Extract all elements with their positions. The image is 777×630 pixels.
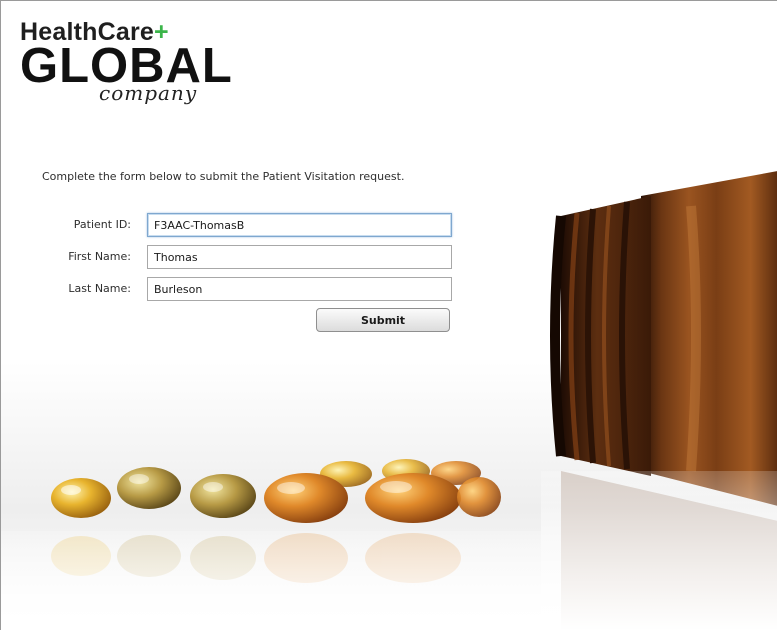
last-name-input[interactable]	[147, 277, 452, 301]
patient-id-row: Patient ID:	[1, 213, 461, 237]
patient-id-input[interactable]	[147, 213, 452, 237]
healthcare-global-logo: HealthCare+ GLOBAL company	[20, 18, 232, 110]
visitation-request-page: HealthCare+ GLOBAL company Complete the …	[0, 0, 777, 630]
patient-id-label: Patient ID:	[73, 218, 131, 231]
last-name-row: Last Name:	[1, 277, 461, 301]
logo-company-text: company	[99, 81, 198, 105]
form-instructions: Complete the form below to submit the Pa…	[42, 170, 405, 183]
first-name-label: First Name:	[68, 250, 131, 263]
last-name-label: Last Name:	[68, 282, 131, 295]
first-name-input[interactable]	[147, 245, 452, 269]
first-name-row: First Name:	[1, 245, 461, 269]
submit-button[interactable]: Submit	[316, 308, 450, 332]
